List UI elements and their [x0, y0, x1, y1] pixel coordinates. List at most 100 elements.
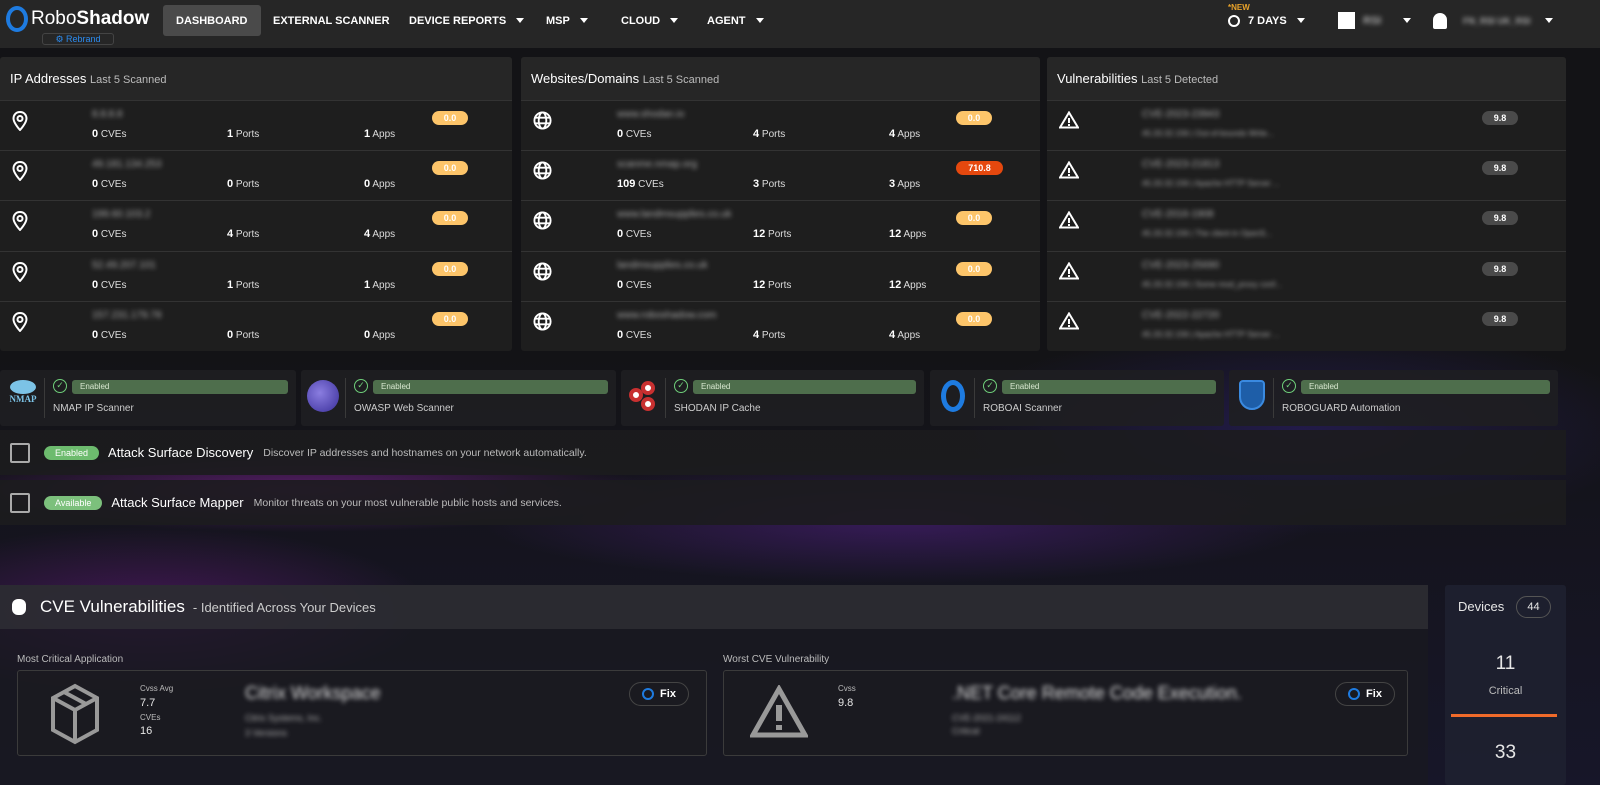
list-item[interactable]: CVE-2023-21813 45.33.32.156 | Apache HTT… [1047, 150, 1566, 200]
apps-label: Apps [372, 129, 396, 140]
list-item[interactable]: 52.49.207.101 0 CVEs 1 Ports 1 Apps 0.0 [0, 250, 512, 301]
cves-value: 16 [140, 725, 153, 737]
fix-button[interactable]: Fix [629, 682, 689, 706]
score-badge: 9.8 [1482, 211, 1518, 226]
top-nav: RoboShadow ⚙ Rebrand DASHBOARD EXTERNAL … [0, 0, 1600, 48]
attack-surface-mapper[interactable]: Available Attack Surface Mapper Monitor … [0, 480, 1566, 525]
ports-value: 12 [753, 278, 766, 291]
list-item[interactable]: CVE-2022-22720 45.33.32.156 | Apache HTT… [1047, 300, 1566, 351]
apps-value: 0 [364, 328, 371, 341]
ports-label: Ports [768, 279, 792, 291]
user-name: FN_RSI UK_RSI [1463, 15, 1531, 26]
rebrand-button[interactable]: ⚙ Rebrand [42, 33, 114, 45]
time-range-label: 7 DAYS [1248, 14, 1287, 27]
list-item[interactable]: scanme.nmap.org 109 CVEs 3 Ports 3 Apps … [521, 150, 1040, 200]
list-item[interactable]: CVE-2023-23943 45.33.32.156 | Out-of-bou… [1047, 100, 1566, 150]
score-badge: 0.0 [956, 111, 992, 125]
list-item[interactable]: CVE-2016-1908 45.33.32.156 | The client … [1047, 200, 1566, 250]
scanner-card[interactable]: ✓ Enabled ROBOAI Scanner [930, 370, 1224, 426]
ports-value: 12 [753, 228, 766, 241]
apps-count: 12 Apps [889, 228, 926, 240]
ports-value: 4 [227, 228, 234, 241]
score-badge: 710.8 [956, 161, 1003, 176]
logo[interactable]: RoboShadow [6, 6, 149, 32]
cve-id: CVE-2022-22720 [1142, 309, 1220, 321]
list-item[interactable]: 157.231.179.78 0 CVEs 0 Ports 0 Apps 0.0 [0, 300, 512, 351]
score-badge: 0.0 [432, 211, 468, 226]
play-icon [642, 688, 655, 700]
apps-value: 3 [889, 178, 896, 191]
ports-label: Ports [761, 179, 786, 191]
scanner-card[interactable]: ✓ Enabled OWASP Web Scanner [301, 370, 616, 426]
apps-count: 12 Apps [889, 279, 926, 291]
scanner-card[interactable]: NMAP ✓ Enabled NMAP IP Scanner [0, 370, 296, 426]
nav-cloud[interactable]: CLOUD [608, 5, 691, 36]
status-bar: Enabled [1301, 380, 1550, 394]
list-item[interactable]: CVE-2023-25690 45.33.32.156 | Some mod_p… [1047, 250, 1566, 301]
time-range-dropdown[interactable]: 7 DAYS [1215, 5, 1318, 36]
ports-label: Ports [235, 279, 260, 291]
cves-label: CVEs [100, 129, 127, 140]
list-item[interactable]: 49.181.134.253 0 CVEs 0 Ports 0 Apps 0.0 [0, 150, 512, 200]
divider [974, 378, 975, 418]
scanner-name: ROBOGUARD Automation [1282, 403, 1401, 414]
apps-label: Apps [897, 179, 921, 191]
high-count[interactable]: 33 [1445, 742, 1566, 764]
apps-count: 1 Apps [364, 279, 395, 291]
nav-external-scanner[interactable]: EXTERNAL SCANNER [260, 5, 403, 36]
apps-value: 1 [364, 278, 371, 291]
ports-value: 0 [227, 328, 234, 341]
nav-msp[interactable]: MSP [533, 5, 601, 36]
nav-dashboard[interactable]: DASHBOARD [163, 5, 261, 36]
map-pin-icon [12, 211, 30, 232]
cves-count: 0 CVEs [92, 228, 126, 240]
score-badge: 0.0 [432, 311, 468, 326]
scanner-card[interactable]: ✓ Enabled ROBOGUARD Automation [1229, 370, 1558, 426]
caret-down-icon [579, 18, 588, 23]
org-dropdown[interactable]: RSI [1325, 5, 1424, 36]
feature-description: Discover IP addresses and hostnames on y… [263, 446, 587, 459]
ports-count: 0 Ports [227, 178, 259, 190]
scanner-card[interactable]: ✓ Enabled SHODAN IP Cache [621, 370, 924, 426]
apps-count: 4 Apps [889, 329, 920, 341]
ports-label: Ports [235, 129, 260, 140]
ports-label: Ports [768, 229, 792, 241]
panel-title: IP Addresses [10, 71, 87, 86]
list-item[interactable]: www.shodan.io 0 CVEs 4 Ports 4 Apps 0.0 [521, 100, 1040, 150]
shodan-logo [627, 380, 663, 416]
apps-count: 4 Apps [889, 128, 920, 140]
apps-label: Apps [897, 329, 921, 341]
list-item[interactable]: 199.60.103.2 0 CVEs 4 Ports 4 Apps 0.0 [0, 200, 512, 250]
divider [44, 378, 45, 418]
fix-button[interactable]: Fix [1335, 682, 1395, 706]
list-item[interactable]: 8.8.8.8 0 CVEs 1 Ports 1 Apps 0.0 [0, 100, 512, 150]
panel-title: Websites/Domains [531, 71, 640, 86]
ports-count: 1 Ports [227, 128, 259, 140]
cvss-value: 9.8 [838, 697, 854, 709]
nav-device-reports[interactable]: DEVICE REPORTS [396, 5, 537, 36]
warning-icon [750, 685, 808, 738]
list-item[interactable]: landmsupplies.co.uk 0 CVEs 12 Ports 12 A… [521, 250, 1040, 301]
ports-count: 12 Ports [753, 228, 791, 240]
attack-surface-discovery[interactable]: Enabled Attack Surface Discovery Discove… [0, 430, 1566, 475]
apps-value: 1 [364, 128, 371, 140]
critical-count[interactable]: 11 [1445, 653, 1566, 675]
nav-agent[interactable]: AGENT [694, 5, 777, 36]
score-badge: 0.0 [956, 311, 992, 326]
feature-title: Attack Surface Mapper [111, 495, 244, 510]
user-dropdown[interactable]: FN_RSI UK_RSI [1420, 5, 1566, 36]
divider [345, 378, 346, 418]
list-item[interactable]: www.landmsupplies.co.uk 0 CVEs 12 Ports … [521, 200, 1040, 250]
status-bar: Enabled [72, 380, 288, 394]
cves-value: 0 [617, 128, 624, 140]
cve-severity: Critical [952, 726, 980, 736]
apps-label: Apps [903, 279, 927, 291]
apps-label: Apps [897, 129, 921, 140]
item-name: 52.49.207.101 [92, 259, 156, 271]
ports-count: 3 Ports [753, 178, 785, 190]
scanner-name: ROBOAI Scanner [983, 403, 1062, 414]
apps-count: 1 Apps [364, 128, 395, 140]
list-item[interactable]: www.roboshadow.com 0 CVEs 4 Ports 4 Apps… [521, 300, 1040, 351]
panel-subtitle: Last 5 Scanned [642, 74, 720, 86]
apps-value: 12 [889, 278, 902, 291]
